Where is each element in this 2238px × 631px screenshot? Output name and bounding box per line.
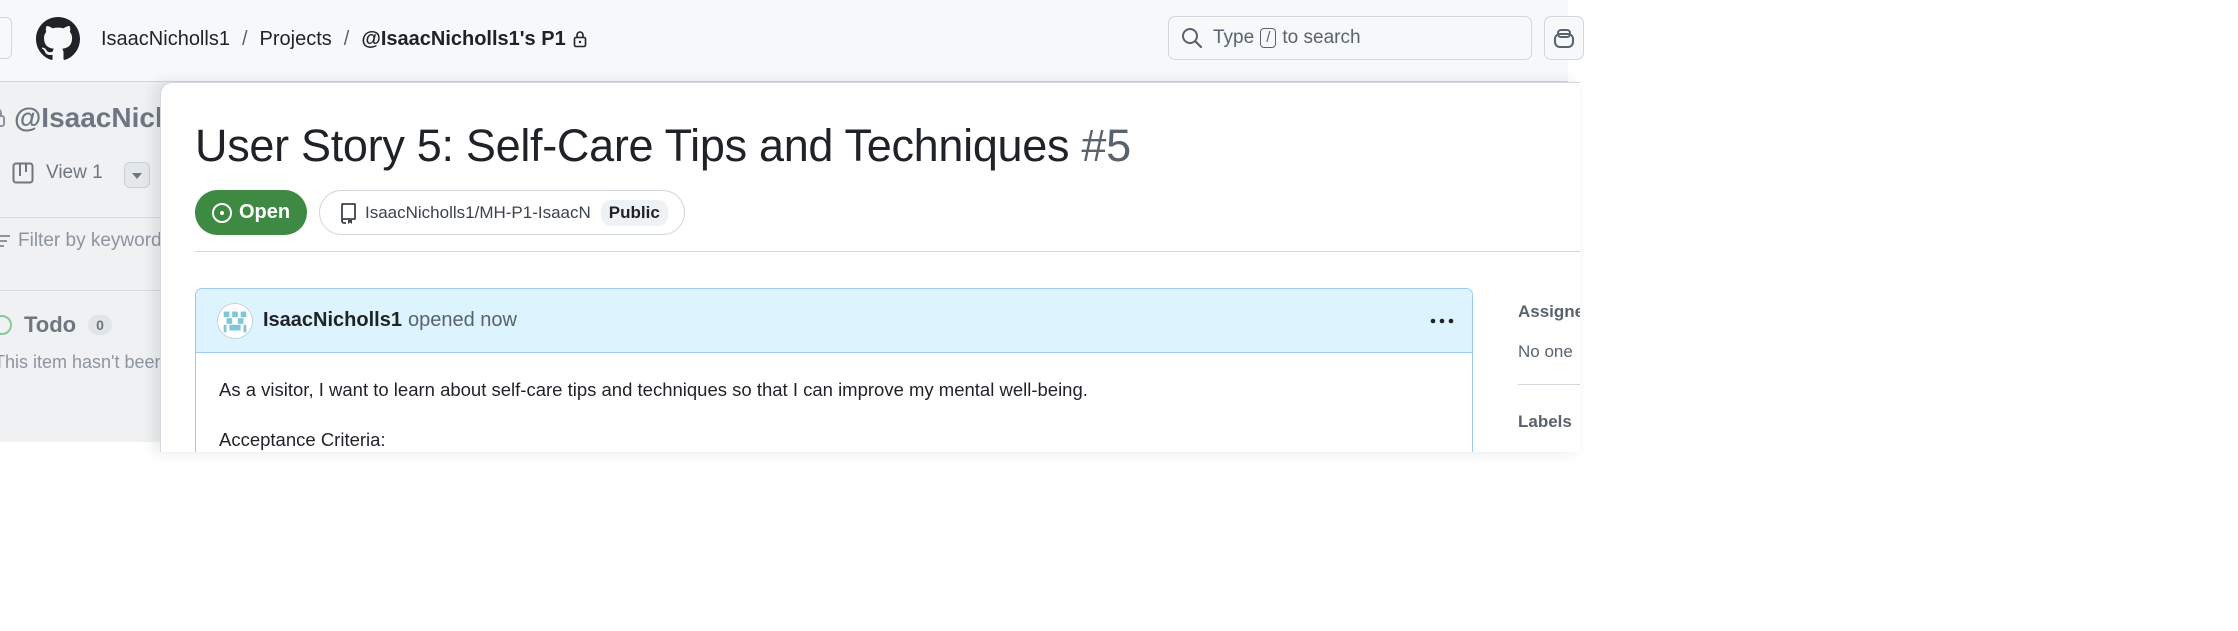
breadcrumb-project-link[interactable]: @IsaacNicholls1's P1 <box>361 28 565 51</box>
triangle-down-icon <box>132 173 142 179</box>
tab-view-1-label: View 1 <box>46 162 103 183</box>
issue-title: User Story 5: Self-Care Tips and Techniq… <box>195 120 1131 172</box>
search-suffix: to search <box>1282 27 1361 48</box>
repo-chip[interactable]: IsaacNicholls1/MH-P1-IsaacN Public <box>319 190 685 235</box>
filter-icon <box>0 235 10 247</box>
issue-opened-icon <box>212 202 232 223</box>
issue-comment: IsaacNicholls1 opened now As a visitor, … <box>195 288 1473 452</box>
assignees-value: No one <box>1518 342 1573 361</box>
labels-heading[interactable]: Labels <box>1518 412 1572 432</box>
lock-icon <box>573 31 587 48</box>
breadcrumb-projects-link[interactable]: Projects <box>260 28 332 51</box>
tab-view-1[interactable]: View 1 <box>12 162 103 184</box>
comment-author-link[interactable]: IsaacNicholls1 <box>263 309 402 332</box>
breadcrumb-owner-link[interactable]: IsaacNicholls1 <box>101 28 230 51</box>
status-badge: Open <box>195 190 307 235</box>
avatar[interactable] <box>217 302 253 339</box>
divider <box>0 217 180 218</box>
breadcrumb-separator: / <box>343 27 350 50</box>
comment-timestamp: opened now <box>407 309 517 331</box>
board-view-icon <box>12 162 34 184</box>
copilot-icon <box>1554 29 1574 48</box>
visibility-badge: Public <box>600 199 668 226</box>
filter-input[interactable]: Filter by keyword <box>0 230 162 252</box>
github-logo-icon[interactable] <box>36 17 80 61</box>
assignees-heading[interactable]: Assignees <box>1518 302 1580 322</box>
column-count-badge: 0 <box>88 315 112 335</box>
lock-icon <box>0 109 5 127</box>
search-input[interactable]: Type / to search <box>1168 16 1532 60</box>
menu-button[interactable] <box>0 17 12 59</box>
search-shortcut-key: / <box>1260 28 1277 48</box>
breadcrumb: IsaacNicholls1 / Projects / @IsaacNichol… <box>101 26 588 52</box>
search-prefix: Type <box>1213 27 1255 48</box>
copilot-button[interactable] <box>1544 16 1584 60</box>
comment-body-line: Acceptance Criteria: <box>219 429 386 450</box>
repo-name: IsaacNicholls1/MH-P1-IsaacN <box>365 202 591 222</box>
column-name: Todo <box>24 312 77 337</box>
view-options-button[interactable] <box>124 162 150 188</box>
repo-icon <box>341 202 356 224</box>
status-circle-icon <box>0 315 12 335</box>
breadcrumb-separator: / <box>241 27 248 50</box>
divider <box>1518 384 1580 385</box>
divider <box>0 290 180 291</box>
issue-title-text: User Story 5: Self-Care Tips and Techniq… <box>195 120 1070 171</box>
issue-number: #5 <box>1081 120 1131 171</box>
top-header: IsaacNicholls1 / Projects / @IsaacNichol… <box>0 0 1584 82</box>
filter-placeholder: Filter by keyword <box>18 230 162 251</box>
kebab-horizontal-icon[interactable] <box>1428 307 1456 335</box>
divider <box>195 251 1580 252</box>
comment-header: IsaacNicholls1 opened now <box>196 289 1472 353</box>
issue-side-panel: User Story 5: Self-Care Tips and Techniq… <box>160 82 1580 452</box>
status-badge-label: Open <box>239 201 291 223</box>
search-icon <box>1182 28 1203 49</box>
column-header-todo: Todo 0 <box>0 312 112 338</box>
comment-body-line: As a visitor, I want to learn about self… <box>219 379 1088 400</box>
project-board-background: @IsaacNicholls1's P1 View 1 Filter by ke… <box>0 82 300 442</box>
